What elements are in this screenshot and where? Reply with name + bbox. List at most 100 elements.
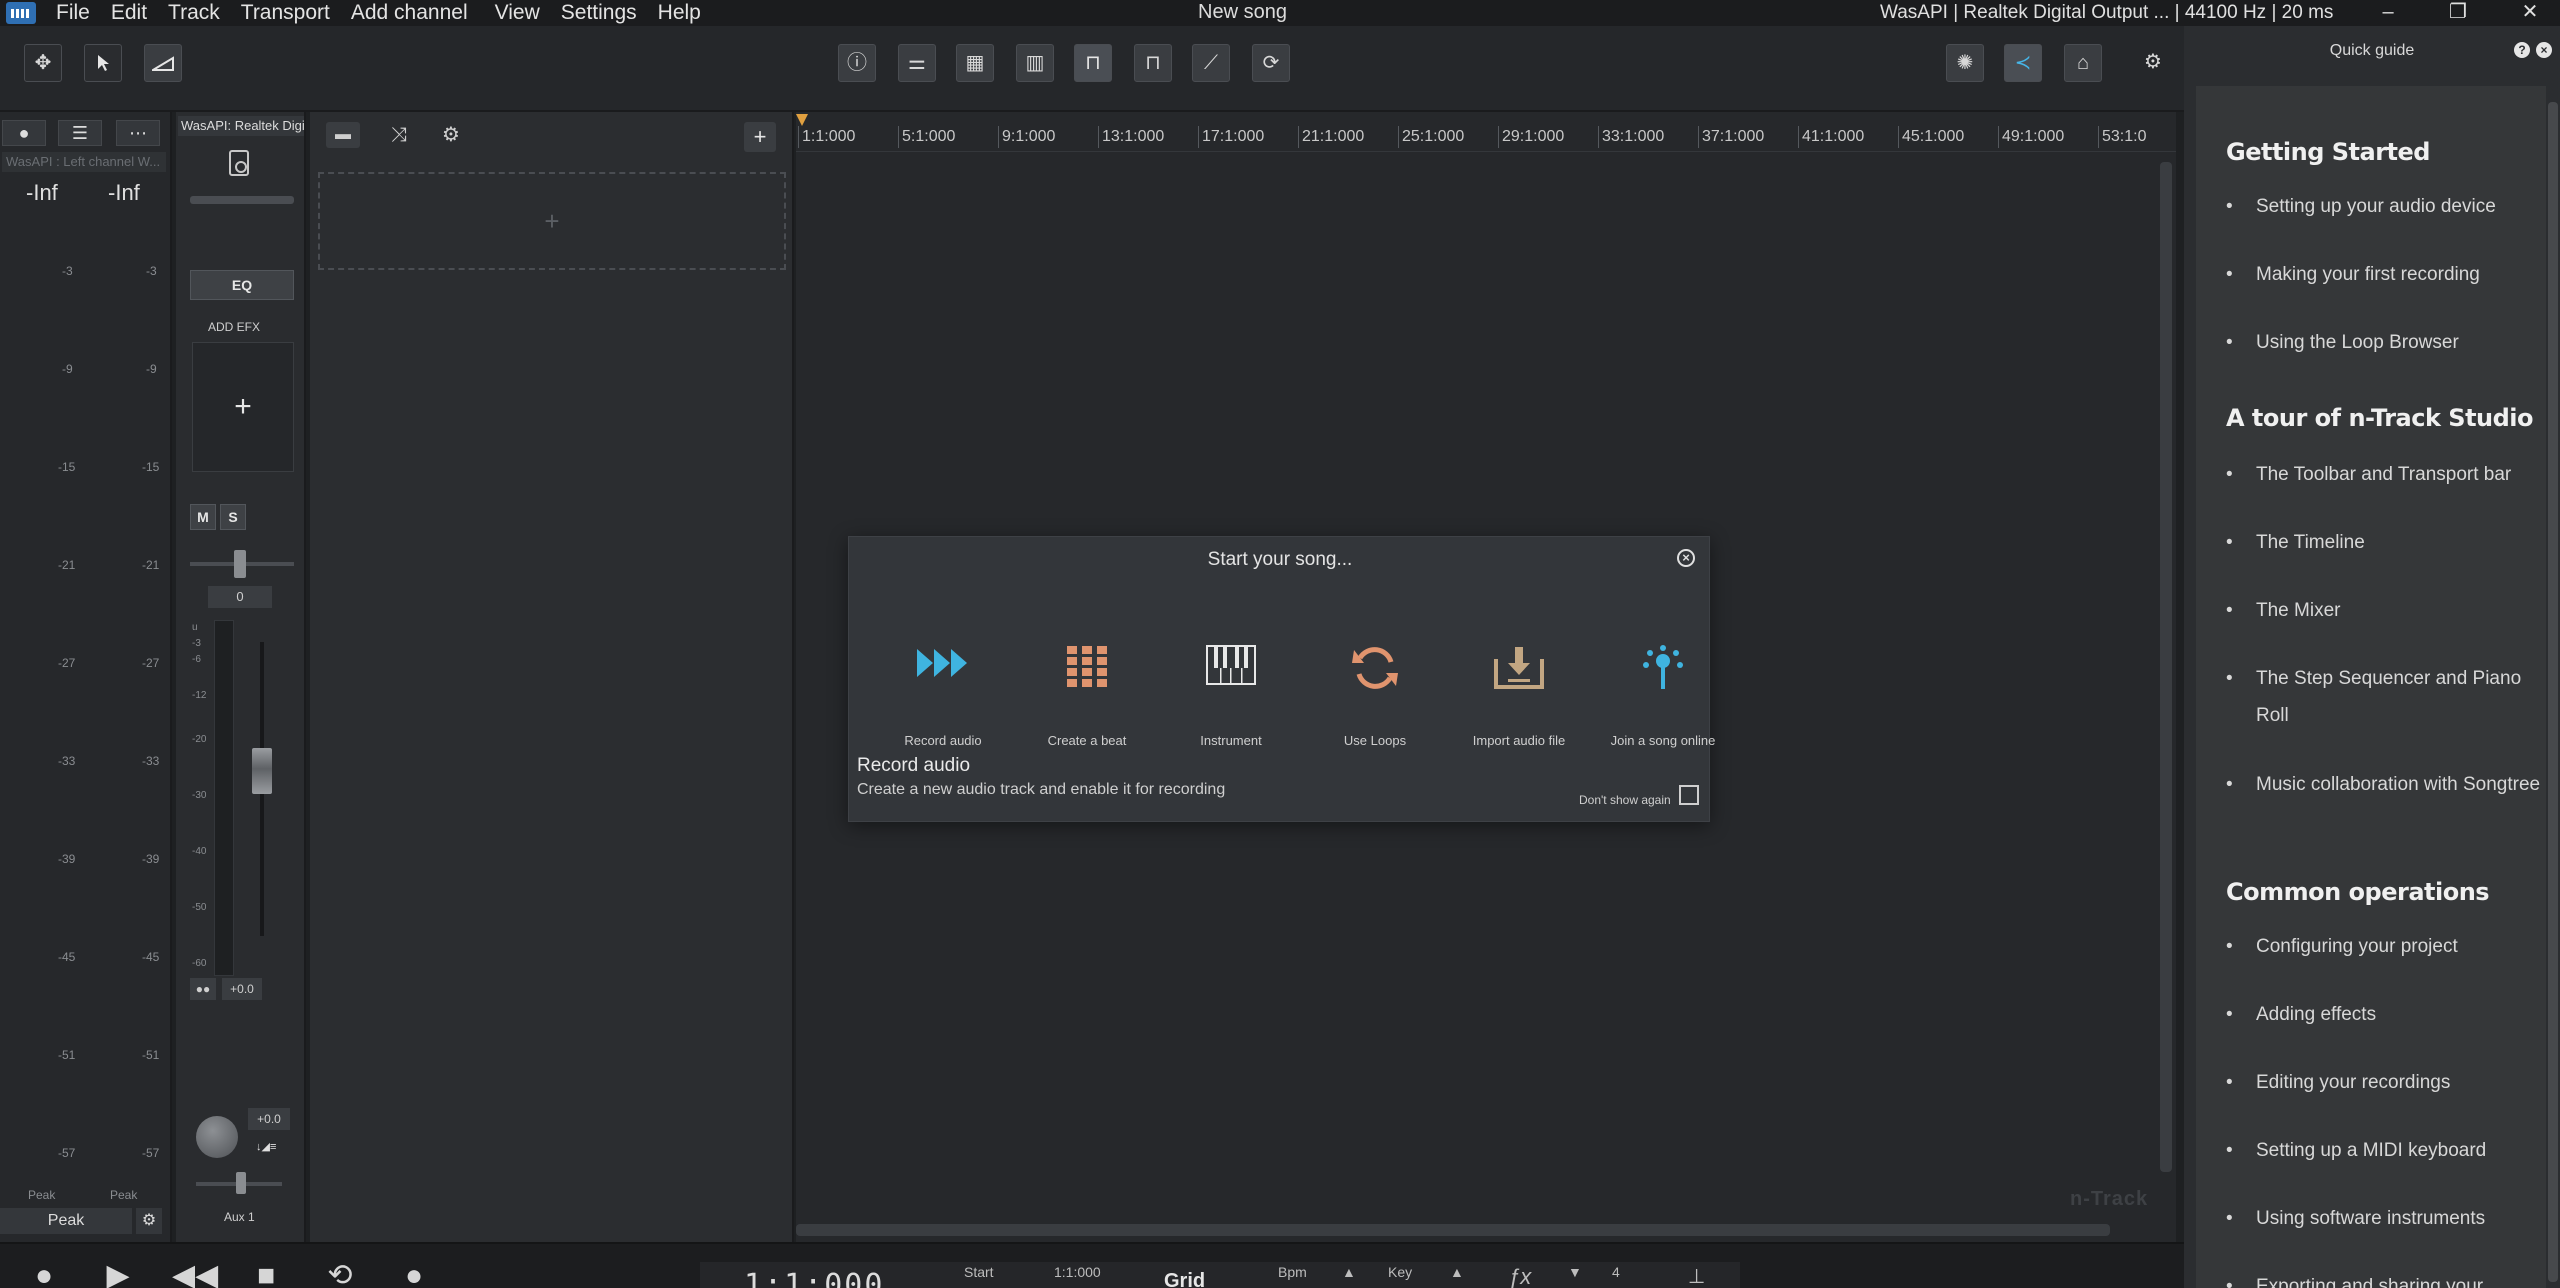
share-button[interactable]: ≺ bbox=[2004, 44, 2042, 82]
menu-add-channel[interactable]: Add channel bbox=[351, 1, 468, 25]
menu-edit[interactable]: Edit bbox=[111, 1, 147, 25]
loop-playback-button[interactable]: ⟲ bbox=[320, 1258, 360, 1288]
pan-slider-handle[interactable] bbox=[234, 550, 246, 578]
guide-link[interactable]: Adding effects bbox=[2226, 996, 2546, 1033]
track-settings-button[interactable]: ⚙ bbox=[434, 122, 468, 148]
envelope-tool-button[interactable] bbox=[144, 44, 182, 82]
position-counter[interactable]: 1:1:000 bbox=[744, 1268, 884, 1288]
stereo-link-icon[interactable]: ●● bbox=[190, 978, 216, 1000]
audio-device-info[interactable]: WasAPI | Realtek Digital Output ... | 44… bbox=[1880, 0, 2333, 25]
move-tool-button[interactable]: ✥ bbox=[24, 44, 62, 82]
menu-file[interactable]: File bbox=[56, 1, 90, 25]
pan-value[interactable]: 0 bbox=[208, 586, 272, 608]
guide-link[interactable]: Using software instruments bbox=[2226, 1200, 2546, 1237]
more-options-button[interactable]: ⋯ bbox=[116, 120, 160, 146]
add-track-drop-zone[interactable]: + bbox=[318, 172, 786, 270]
add-effect-slot[interactable]: + bbox=[192, 342, 294, 472]
guide-scrollbar-thumb[interactable] bbox=[2548, 102, 2558, 1282]
help-icon[interactable]: ? bbox=[2514, 42, 2530, 58]
guide-link[interactable]: Music collaboration with Songtree bbox=[2226, 766, 2546, 803]
step-sequencer-button[interactable]: ▦ bbox=[956, 44, 994, 82]
restore-button[interactable]: ❐ bbox=[2438, 0, 2478, 26]
guide-link[interactable]: The Toolbar and Transport bar bbox=[2226, 456, 2546, 493]
start-value[interactable]: 1:1:000 bbox=[1054, 1264, 1101, 1280]
menu-transport[interactable]: Transport bbox=[241, 1, 330, 25]
home-button[interactable]: ⌂ bbox=[2064, 44, 2102, 82]
menu-track[interactable]: Track bbox=[168, 1, 220, 25]
piano-roll-button[interactable]: ▥ bbox=[1016, 44, 1054, 82]
play-button[interactable]: ▶ bbox=[98, 1258, 138, 1288]
minimize-button[interactable]: – bbox=[2368, 0, 2408, 26]
meter-settings-gear-icon[interactable]: ⚙ bbox=[136, 1208, 162, 1234]
instrument-option[interactable]: Instrument bbox=[1159, 645, 1303, 748]
channel-menu-button[interactable]: ☰ bbox=[58, 120, 102, 146]
close-guide-icon[interactable]: × bbox=[2536, 42, 2552, 58]
guide-link[interactable]: Setting up a MIDI keyboard bbox=[2226, 1132, 2546, 1169]
vertical-scrollbar[interactable] bbox=[2160, 162, 2172, 1172]
record-button[interactable]: ● bbox=[24, 1258, 64, 1288]
guide-link[interactable]: Making your first recording bbox=[2226, 256, 2546, 293]
metronome-button[interactable]: ⊓ bbox=[1074, 44, 1112, 82]
settings-button[interactable]: ⚙ bbox=[2134, 44, 2172, 82]
gain-value[interactable]: +0.0 bbox=[222, 978, 262, 1000]
channel-name[interactable]: WasAPI : Left channel W... bbox=[2, 152, 166, 172]
aux-slider-handle[interactable] bbox=[236, 1172, 246, 1194]
collapse-tracks-button[interactable]: ▬ bbox=[326, 122, 360, 148]
master-channel-name[interactable]: WasAPI: Realtek Digit bbox=[178, 116, 304, 136]
add-track-button[interactable]: + bbox=[744, 122, 776, 152]
guide-scrollbar[interactable] bbox=[2546, 72, 2560, 1288]
eq-button[interactable]: EQ bbox=[190, 270, 294, 300]
join-song-online-option[interactable]: Join a song online bbox=[1591, 645, 1735, 748]
record-audio-option[interactable]: Record audio bbox=[871, 645, 1015, 748]
record-arm-button[interactable]: ● bbox=[2, 120, 46, 146]
songtree-button[interactable]: ✺ bbox=[1946, 44, 1984, 82]
guide-link[interactable]: Setting up your audio device bbox=[2226, 188, 2546, 225]
menu-help[interactable]: Help bbox=[658, 1, 701, 25]
guide-link[interactable]: The Timeline bbox=[2226, 524, 2546, 561]
guitar-button[interactable]: ⟋ bbox=[1192, 44, 1230, 82]
stop-button[interactable]: ■ bbox=[246, 1258, 286, 1288]
guide-heading: Getting Started bbox=[2226, 138, 2431, 166]
playhead-marker[interactable] bbox=[796, 114, 808, 126]
tuner-button[interactable]: ⊓ bbox=[1134, 44, 1172, 82]
import-audio-option[interactable]: Import audio file bbox=[1447, 645, 1591, 748]
guide-link[interactable]: Editing your recordings bbox=[2226, 1064, 2546, 1101]
menu-view[interactable]: View bbox=[495, 1, 540, 25]
speaker-icon[interactable] bbox=[229, 150, 249, 176]
menu-settings[interactable]: Settings bbox=[561, 1, 637, 25]
automation-button[interactable]: ⤨ bbox=[382, 122, 416, 148]
bpm-up-icon[interactable]: ▲ bbox=[1342, 1264, 1356, 1280]
aux-send-value[interactable]: +0.0 bbox=[248, 1108, 290, 1130]
grid-button[interactable]: Grid bbox=[1164, 1270, 1205, 1288]
guide-link[interactable]: Exporting and sharing your bbox=[2226, 1268, 2546, 1288]
mute-button[interactable]: M bbox=[190, 504, 216, 530]
aux-routing-icon[interactable]: ↓◢≡ bbox=[256, 1140, 276, 1153]
automation-icon: ⤨ bbox=[391, 124, 407, 146]
guide-link[interactable]: Using the Loop Browser bbox=[2226, 324, 2546, 361]
guide-link[interactable]: Configuring your project bbox=[2226, 928, 2546, 965]
info-button[interactable]: ⓘ bbox=[838, 44, 876, 82]
guide-link[interactable]: The Step Sequencer and Piano Roll bbox=[2226, 660, 2546, 734]
rewind-button[interactable]: ◀◀ bbox=[172, 1258, 218, 1288]
solo-button[interactable]: S bbox=[220, 504, 246, 530]
dialog-close-icon[interactable]: × bbox=[1677, 549, 1695, 567]
loop-button[interactable]: ⟳ bbox=[1252, 44, 1290, 82]
metronome-icon[interactable]: ⊥ bbox=[1688, 1264, 1705, 1288]
volume-fader-handle[interactable] bbox=[252, 748, 272, 794]
aux-send-knob[interactable] bbox=[196, 1116, 238, 1158]
use-loops-option[interactable]: Use Loops bbox=[1303, 645, 1447, 748]
close-window-button[interactable]: ✕ bbox=[2510, 0, 2550, 26]
mixer-view-button[interactable]: ⚌ bbox=[898, 44, 936, 82]
dropdown-icon[interactable]: ▼ bbox=[1568, 1264, 1582, 1280]
beats-value[interactable]: 4 bbox=[1612, 1264, 1620, 1280]
meter-mode-select[interactable]: Peak bbox=[0, 1208, 132, 1234]
function-icon[interactable]: ƒx bbox=[1508, 1264, 1531, 1288]
guide-link[interactable]: The Mixer bbox=[2226, 592, 2546, 629]
horizontal-scrollbar[interactable] bbox=[796, 1224, 2110, 1236]
punch-in-button[interactable]: ● bbox=[394, 1258, 434, 1288]
pointer-tool-button[interactable] bbox=[84, 44, 122, 82]
create-beat-option[interactable]: Create a beat bbox=[1015, 645, 1159, 748]
key-up-icon[interactable]: ▲ bbox=[1450, 1264, 1464, 1280]
timeline-ruler[interactable]: 1:1:000 5:1:000 9:1:000 13:1:000 17:1:00… bbox=[796, 112, 2176, 152]
dont-show-again-checkbox[interactable] bbox=[1679, 785, 1699, 805]
